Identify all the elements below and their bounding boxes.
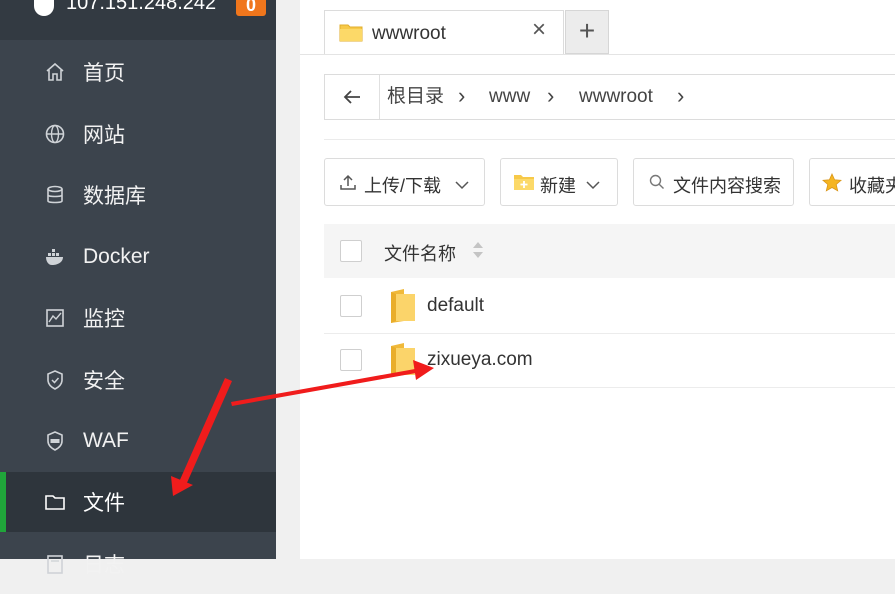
arrow-left-icon xyxy=(343,90,360,104)
star-icon xyxy=(822,173,842,197)
sidebar-item-label: Docker xyxy=(83,245,150,268)
breadcrumb-wwwroot[interactable]: wwwroot xyxy=(579,75,653,119)
chevron-down-icon xyxy=(585,175,601,196)
sidebar-item-docker[interactable]: Docker xyxy=(0,227,276,287)
table-row[interactable]: default xyxy=(324,279,895,334)
upload-download-button[interactable]: 上传/下载 xyxy=(324,158,485,206)
tab-wwwroot[interactable]: wwwroot × xyxy=(324,10,564,54)
sidebar-item-database[interactable]: 数据库 xyxy=(0,165,276,225)
chevron-right-icon: › xyxy=(547,83,555,108)
sidebar-header: 107.151.248.242 0 xyxy=(0,0,276,40)
close-icon[interactable]: × xyxy=(532,18,546,42)
chevron-right-icon: › xyxy=(458,83,466,108)
sort-icon[interactable] xyxy=(472,240,484,260)
sidebar-item-files[interactable]: 文件 xyxy=(0,472,276,532)
search-icon xyxy=(648,173,666,196)
folder-icon xyxy=(44,491,66,513)
divider xyxy=(324,139,895,140)
sidebar-item-logs[interactable]: 日志 xyxy=(0,534,276,594)
sidebar-item-monitor[interactable]: 监控 xyxy=(0,288,276,348)
sidebar-item-label: 安全 xyxy=(83,370,125,393)
folder-icon xyxy=(390,288,416,329)
sidebar-item-label: 文件 xyxy=(83,492,125,515)
notification-badge[interactable]: 0 xyxy=(236,0,266,16)
chevron-right-icon: › xyxy=(677,83,685,108)
sidebar: 107.151.248.242 0 首页 网站 数据库 Docker 监控 安全… xyxy=(0,0,276,577)
monitor-icon xyxy=(44,307,66,329)
sidebar-item-security[interactable]: 安全 xyxy=(0,350,276,410)
tab-label: wwwroot xyxy=(372,23,446,44)
file-manager: wwwroot × + 根目录 › www › wwwroot › 上传/下载 … xyxy=(300,0,895,559)
server-ip: 107.151.248.242 xyxy=(66,0,217,14)
sidebar-item-label: 日志 xyxy=(83,554,125,577)
sidebar-item-label: 网站 xyxy=(83,124,125,147)
folder-icon xyxy=(339,22,363,47)
content-search-label: 文件内容搜索 xyxy=(673,176,781,196)
favorites-label: 收藏夹 xyxy=(849,176,895,196)
new-folder-icon xyxy=(513,173,535,196)
add-tab-button[interactable]: + xyxy=(565,10,609,54)
file-name[interactable]: zixueya.com xyxy=(427,349,533,371)
sidebar-item-label: 首页 xyxy=(83,62,125,85)
breadcrumb: 根目录 › www › wwwroot › xyxy=(324,74,895,120)
row-checkbox[interactable] xyxy=(340,349,362,371)
content-search-button[interactable]: 文件内容搜索 xyxy=(633,158,794,206)
chevron-down-icon xyxy=(454,175,470,196)
shield-icon xyxy=(44,369,66,391)
waf-icon xyxy=(44,430,66,452)
upload-download-label: 上传/下载 xyxy=(364,176,442,196)
sidebar-item-home[interactable]: 首页 xyxy=(0,42,276,102)
sidebar-item-label: 监控 xyxy=(83,308,125,331)
breadcrumb-root[interactable]: 根目录 xyxy=(387,75,444,119)
home-icon xyxy=(44,61,66,83)
server-logo-icon xyxy=(34,0,54,16)
breadcrumb-www[interactable]: www xyxy=(489,75,530,119)
sidebar-item-label: WAF xyxy=(83,429,129,452)
active-indicator xyxy=(0,472,6,532)
upload-icon xyxy=(339,173,357,196)
table-row[interactable]: zixueya.com xyxy=(324,333,895,388)
globe-icon xyxy=(44,123,66,145)
back-button[interactable] xyxy=(325,75,380,119)
sidebar-item-waf[interactable]: WAF xyxy=(0,411,276,471)
row-checkbox[interactable] xyxy=(340,295,362,317)
column-header-name[interactable]: 文件名称 xyxy=(384,240,456,266)
database-icon xyxy=(44,184,66,206)
tab-bar: wwwroot × + xyxy=(300,0,895,55)
folder-icon xyxy=(390,342,416,383)
sidebar-item-label: 数据库 xyxy=(83,185,146,208)
new-button[interactable]: 新建 xyxy=(500,158,618,206)
table-header: 文件名称 xyxy=(324,224,895,278)
select-all-checkbox[interactable] xyxy=(340,240,362,262)
sidebar-item-website[interactable]: 网站 xyxy=(0,104,276,164)
new-label: 新建 xyxy=(540,176,576,196)
favorites-button[interactable]: 收藏夹 xyxy=(809,158,895,206)
docker-icon xyxy=(44,246,66,268)
file-name[interactable]: default xyxy=(427,295,484,317)
log-icon xyxy=(44,553,66,575)
